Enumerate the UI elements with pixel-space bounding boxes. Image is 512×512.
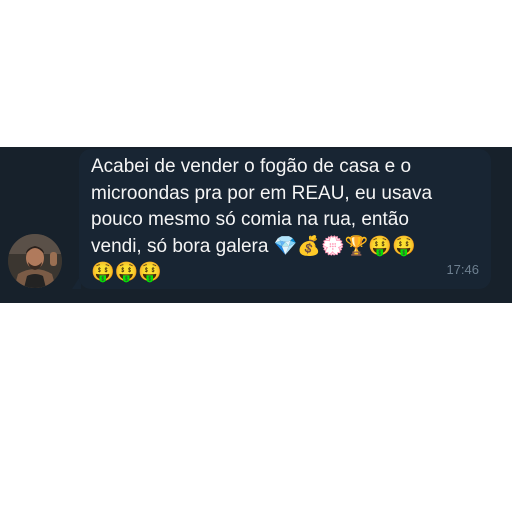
chat-area: Acabei de vender o fogão de casa e o mic… (0, 147, 512, 303)
message-text: Acabei de vender o fogão de casa e o mic… (91, 156, 433, 283)
avatar-photo (8, 234, 62, 288)
message-bubble[interactable]: Acabei de vender o fogão de casa e o mic… (79, 149, 491, 289)
message-timestamp: 17:46 (446, 262, 479, 277)
avatar[interactable] (8, 234, 62, 288)
screenshot-canvas: Acabei de vender o fogão de casa e o mic… (0, 0, 512, 512)
